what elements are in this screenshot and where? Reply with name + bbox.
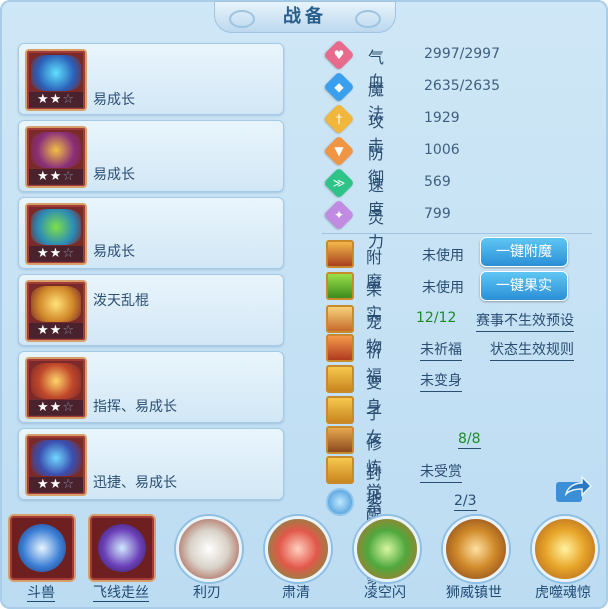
panel-title-tab: 战备 bbox=[214, 1, 396, 33]
shield-icon: ▼ bbox=[323, 135, 355, 167]
equipment-label: 易成长 bbox=[93, 92, 135, 108]
equipment-icon: ★★☆ bbox=[25, 434, 87, 496]
child-icon bbox=[326, 396, 354, 424]
equipment-icon: ★★☆ bbox=[25, 357, 87, 419]
speed-icon: ≫ bbox=[323, 167, 355, 199]
equipment-slot-1[interactable]: ★★☆ 易成长 bbox=[18, 43, 284, 115]
enchant-icon bbox=[326, 240, 354, 268]
ornament-left-icon bbox=[229, 10, 255, 28]
skill-icon bbox=[532, 516, 598, 582]
skill-5[interactable]: 凌空闪 bbox=[350, 512, 420, 608]
equipment-label: 泼天乱棍 bbox=[93, 293, 149, 309]
pet-icon bbox=[326, 305, 354, 333]
constellation-value[interactable]: 2/3 bbox=[454, 493, 477, 511]
star-rating: ★★☆ bbox=[29, 323, 83, 339]
equipment-icon: ★★☆ bbox=[25, 280, 87, 342]
fruit-icon bbox=[326, 272, 354, 300]
share-icon[interactable] bbox=[554, 472, 593, 504]
equipment-icon: ★★☆ bbox=[25, 203, 87, 265]
star-rating: ★★☆ bbox=[29, 477, 83, 493]
panel-title: 战备 bbox=[283, 6, 327, 27]
skill-6[interactable]: 狮威镇世 bbox=[439, 512, 509, 608]
skill-1[interactable]: 斗兽 bbox=[6, 512, 76, 608]
event-preset-link[interactable]: 赛事不生效预设 bbox=[476, 310, 574, 332]
skill-7[interactable]: 虎噬魂惊 bbox=[528, 512, 598, 608]
equipment-label: 易成长 bbox=[93, 167, 135, 183]
skill-icon bbox=[88, 514, 156, 582]
equipment-icon: ★★☆ bbox=[25, 126, 87, 188]
cultivation-icon bbox=[326, 426, 354, 454]
equipment-slot-2[interactable]: ★★☆ 易成长 bbox=[18, 120, 284, 192]
fief-status[interactable]: 未受赏 bbox=[420, 461, 462, 483]
section-divider bbox=[322, 233, 592, 234]
skill-icon bbox=[265, 516, 331, 582]
equipment-label: 指挥、易成长 bbox=[93, 399, 177, 415]
skill-icon bbox=[443, 516, 509, 582]
transform-status[interactable]: 未变身 bbox=[420, 370, 462, 392]
skill-icon bbox=[176, 516, 242, 582]
status-rules-link[interactable]: 状态生效规则 bbox=[490, 339, 574, 361]
equipment-label: 迅捷、易成长 bbox=[93, 475, 177, 491]
star-rating: ★★☆ bbox=[29, 246, 83, 262]
blessing-status[interactable]: 未祈福 bbox=[420, 339, 462, 361]
star-rating: ★★☆ bbox=[29, 169, 83, 185]
fief-icon bbox=[326, 456, 354, 484]
cultivation-value[interactable]: 8/8 bbox=[458, 431, 481, 449]
skill-4[interactable]: 肃清 bbox=[261, 512, 331, 608]
one-click-fruit-button[interactable]: 一键果实 bbox=[480, 271, 568, 301]
equipment-icon: ★★☆ bbox=[25, 49, 87, 111]
battle-prep-panel: 战备 ★★☆ 易成长 ★★☆ 易成长 ★★☆ 易成长 ★★☆ 泼天乱棍 ★★☆ … bbox=[0, 0, 608, 609]
blessing-icon bbox=[326, 334, 354, 362]
skill-3[interactable]: 利刃 bbox=[172, 512, 242, 608]
star-rating: ★★☆ bbox=[29, 92, 83, 108]
heart-icon: ♥ bbox=[323, 39, 355, 71]
sword-icon: † bbox=[323, 103, 355, 135]
ornament-right-icon bbox=[355, 10, 381, 28]
skill-icon bbox=[354, 516, 420, 582]
equipment-slot-6[interactable]: ★★☆ 迅捷、易成长 bbox=[18, 428, 284, 500]
spirit-icon: ✦ bbox=[323, 199, 355, 231]
skill-2[interactable]: 飞线走丝 bbox=[86, 512, 156, 608]
equipment-label: 易成长 bbox=[93, 244, 135, 260]
equipment-slot-4[interactable]: ★★☆ 泼天乱棍 bbox=[18, 274, 284, 346]
one-click-enchant-button[interactable]: 一键附魔 bbox=[480, 237, 568, 267]
equipment-slot-3[interactable]: ★★☆ 易成长 bbox=[18, 197, 284, 269]
skill-icon bbox=[8, 514, 76, 582]
star-rating: ★★☆ bbox=[29, 400, 83, 416]
equipment-slot-5[interactable]: ★★☆ 指挥、易成长 bbox=[18, 351, 284, 423]
transform-icon bbox=[326, 365, 354, 393]
diamond-icon: ◆ bbox=[323, 71, 355, 103]
